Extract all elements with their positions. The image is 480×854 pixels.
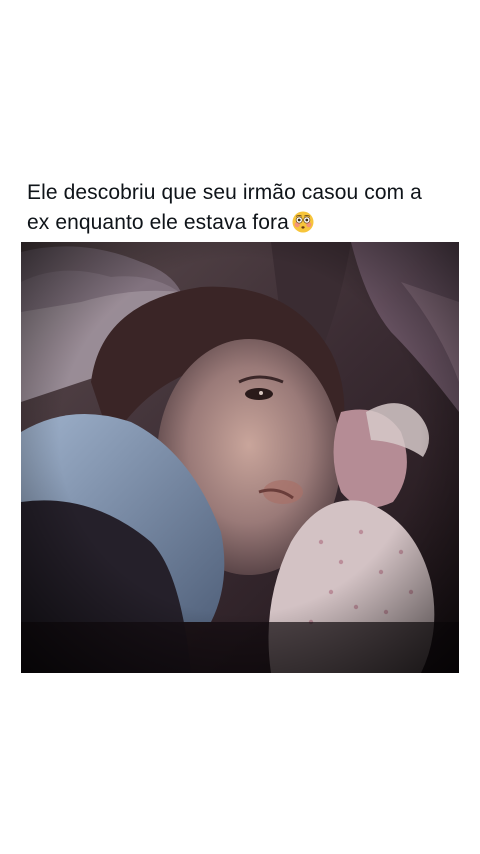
flushed-face-emoji-icon bbox=[292, 211, 314, 233]
page-background-bottom bbox=[0, 673, 480, 854]
child-lying-in-bed-photo bbox=[21, 242, 459, 673]
caption-line-1: Ele descobriu que seu irmão casou com a bbox=[27, 181, 422, 204]
caption-line-2: ex enquanto ele estava fora bbox=[27, 211, 289, 234]
post-caption: Ele descobriu que seu irmão casou com a … bbox=[27, 178, 467, 238]
video-thumbnail[interactable] bbox=[21, 242, 459, 673]
